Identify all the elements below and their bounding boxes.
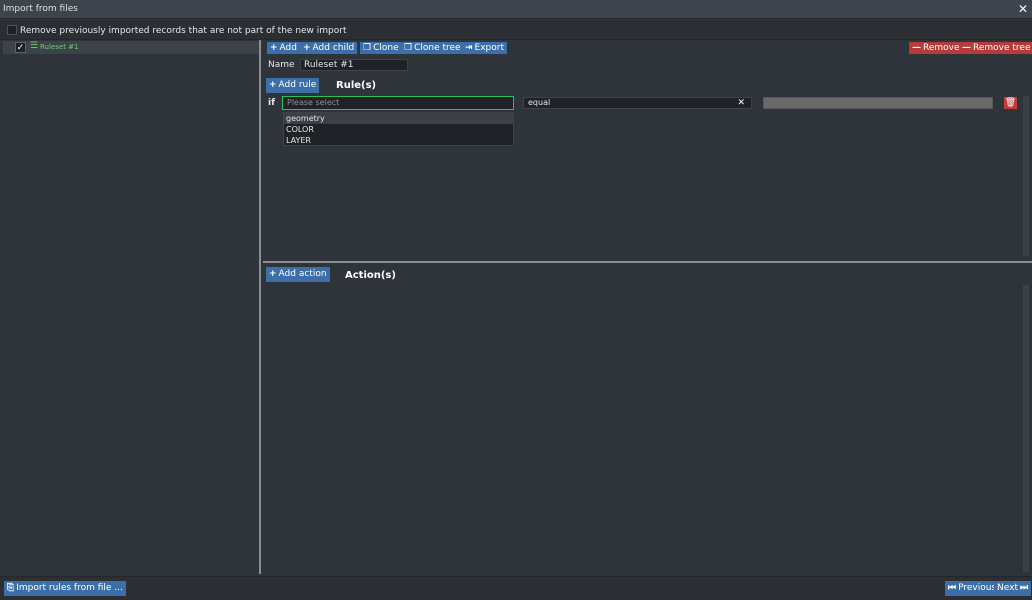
ruleset-editor: + Add + Add child ❐ Clone ❐ Clone tree ⇥ Expo… — [263, 40, 1032, 574]
import-rules-button-label: Import rules from file ... — [16, 583, 123, 593]
remove-button[interactable]: — Remove — [909, 42, 963, 54]
clone-tree-button-label: Clone tree — [414, 43, 461, 53]
close-icon[interactable]: ✕ — [1018, 2, 1028, 16]
export-icon: ⇥ — [465, 43, 473, 53]
minus-icon: — — [962, 43, 971, 53]
add-action-button-label: Add action — [278, 269, 327, 279]
clone-button[interactable]: ❐ Clone — [360, 42, 402, 54]
rules-actions-splitter[interactable] — [263, 261, 1032, 263]
export-button-label: Export — [474, 43, 505, 53]
delete-rule-button[interactable]: 🗑 — [1004, 97, 1017, 109]
tree-item-checkbox[interactable]: ✓ — [15, 42, 26, 53]
add-button[interactable]: + Add — [267, 42, 300, 54]
remove-tree-button-label: Remove tree — [973, 43, 1031, 53]
previous-button[interactable]: ⏮ Previous — [945, 581, 1000, 596]
tree-item-ruleset-1[interactable]: ✓ ☰ Ruleset #1 — [3, 41, 259, 54]
title-bar: Import from files ✕ — [0, 0, 1032, 19]
list-icon: ☰ — [30, 41, 39, 51]
trash-icon: 🗑 — [1004, 98, 1017, 108]
minus-icon: — — [912, 43, 921, 53]
value-input[interactable] — [763, 97, 993, 109]
window-title: Import from files — [3, 4, 78, 14]
next-button[interactable]: Next ⏭ — [994, 581, 1032, 596]
plus-icon: + — [303, 43, 311, 53]
clone-button-label: Clone — [373, 43, 399, 53]
rules-scrollbar[interactable] — [1023, 96, 1029, 256]
operator-select[interactable]: equal ✕ — [523, 97, 752, 109]
remove-previous-checkbox[interactable] — [7, 25, 17, 35]
operator-value: equal — [528, 98, 551, 107]
skip-back-icon: ⏮ — [948, 583, 957, 593]
remove-tree-button[interactable]: — Remove tree — [959, 42, 1032, 54]
name-input[interactable]: Ruleset #1 — [300, 59, 408, 71]
footer-bar: ⎘ Import rules from file ... ⏮ Previous Ne… — [0, 576, 1032, 600]
remove-previous-label: Remove previously imported records that … — [20, 26, 347, 36]
plus-icon: + — [269, 80, 277, 90]
field-dropdown: geometry COLOR LAYER — [283, 112, 514, 146]
field-option-color[interactable]: COLOR — [284, 124, 513, 135]
options-bar: Remove previously imported records that … — [0, 20, 1032, 40]
export-button[interactable]: ⇥ Export — [462, 42, 508, 54]
next-button-label: Next — [997, 583, 1018, 593]
field-option-geometry[interactable]: geometry — [284, 113, 513, 124]
skip-forward-icon: ⏭ — [1019, 583, 1029, 593]
import-rules-button[interactable]: ⎘ Import rules from file ... — [4, 581, 126, 596]
clear-icon[interactable]: ✕ — [737, 98, 745, 108]
add-action-button[interactable]: + Add action — [266, 267, 330, 282]
add-rule-button[interactable]: + Add rule — [266, 78, 320, 93]
add-child-button[interactable]: + Add child — [300, 42, 358, 54]
clone-tree-button[interactable]: ❐ Clone tree — [401, 42, 464, 54]
field-select[interactable]: Please select — [282, 96, 514, 110]
plus-icon: + — [269, 269, 277, 279]
tree-item-label: Ruleset #1 — [40, 43, 79, 51]
clone-icon: ❐ — [363, 43, 372, 53]
add-child-button-label: Add child — [312, 43, 355, 53]
actions-scrollbar[interactable] — [1023, 285, 1029, 572]
actions-section-title: Action(s) — [345, 270, 396, 281]
import-file-icon: ⎘ — [7, 583, 15, 593]
name-label: Name — [268, 60, 295, 70]
rules-section-title: Rule(s) — [336, 80, 377, 91]
field-option-layer[interactable]: LAYER — [284, 135, 513, 146]
ruleset-tree: ✓ ☰ Ruleset #1 — [0, 40, 261, 574]
add-rule-button-label: Add rule — [278, 80, 317, 90]
add-button-label: Add — [279, 43, 297, 53]
plus-icon: + — [270, 43, 278, 53]
if-label: if — [268, 98, 276, 108]
clone-icon: ❐ — [404, 43, 413, 53]
remove-button-label: Remove — [923, 43, 960, 53]
previous-button-label: Previous — [958, 583, 997, 593]
